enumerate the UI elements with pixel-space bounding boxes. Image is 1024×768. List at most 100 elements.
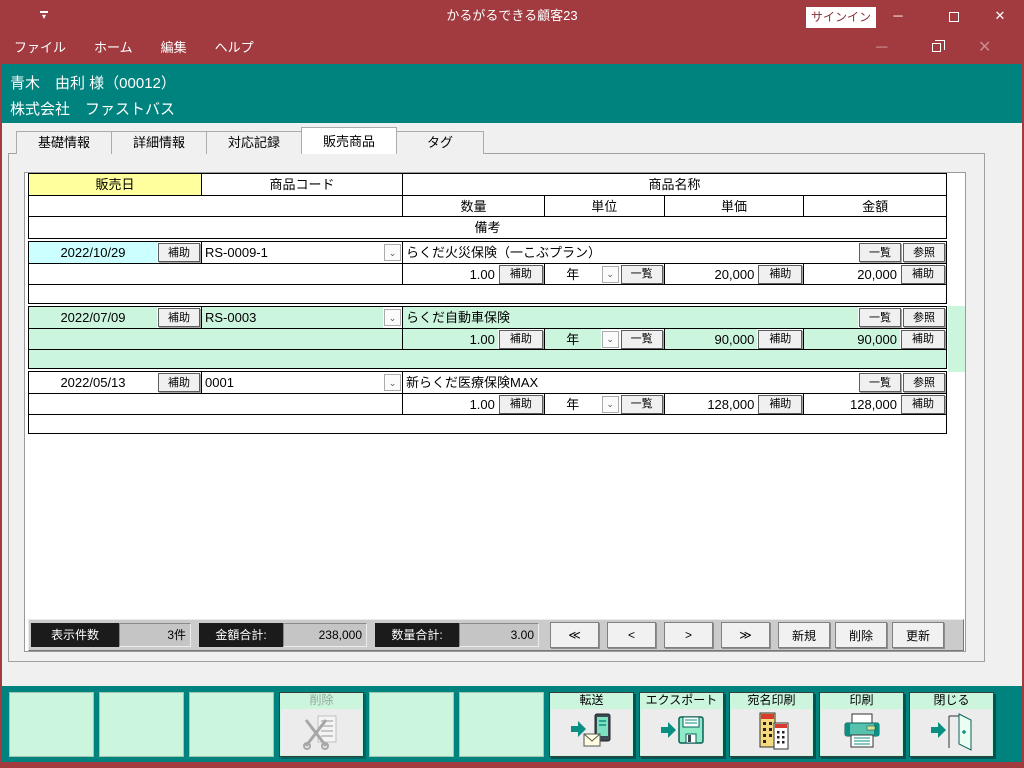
date-assist-button[interactable]: 補助 — [158, 373, 200, 392]
header-spacer — [29, 196, 403, 216]
menu-help[interactable]: ヘルプ — [201, 32, 268, 64]
header-product-code: 商品コード — [202, 174, 403, 195]
unit-list-button[interactable]: 一覧 — [621, 265, 663, 284]
sale-date-field[interactable]: 2022/10/29 — [29, 242, 157, 263]
export-icon — [659, 712, 705, 752]
amount-assist-button[interactable]: 補助 — [901, 395, 945, 414]
remarks-field[interactable] — [29, 415, 946, 433]
minimize-icon[interactable]: ─ — [876, 0, 920, 32]
tab-sold-products[interactable]: 販売商品 — [301, 127, 397, 154]
nav-prev-button[interactable]: < — [607, 622, 656, 648]
product-code-dropdown-icon[interactable]: ⌄ — [384, 374, 401, 391]
quantity-assist-button[interactable]: 補助 — [499, 395, 543, 414]
unit-dropdown-icon[interactable]: ⌄ — [602, 331, 619, 348]
delete-record-button[interactable]: 削除 — [835, 622, 887, 648]
toolbar-slot-empty-4 — [369, 692, 454, 757]
tab-tags[interactable]: タグ — [396, 131, 484, 154]
tab-label: 詳細情報 — [133, 135, 185, 150]
unit-dropdown-icon[interactable]: ⌄ — [602, 396, 619, 413]
unit-field[interactable]: 年 — [545, 329, 601, 349]
records-area: 販売日 商品コード 商品名称 数量 単位 単価 金額 備考 2022/10/29 — [24, 172, 966, 652]
product-list-button[interactable]: 一覧 — [859, 308, 901, 327]
amount-assist-button[interactable]: 補助 — [901, 330, 945, 349]
bottom-toolbar: 削除 転送 エクスポート 宛 — [0, 686, 1024, 762]
amount-field[interactable]: 20,000 — [804, 264, 900, 284]
product-reference-button[interactable]: 参照 — [903, 373, 945, 392]
header-unit-price: 単価 — [665, 196, 805, 216]
tab-label: タグ — [427, 135, 453, 150]
remarks-field[interactable] — [29, 350, 946, 368]
product-name-field[interactable]: らくだ火災保険（一こぶプラン） — [403, 242, 858, 263]
product-list-button[interactable]: 一覧 — [859, 243, 901, 262]
product-code-dropdown-icon[interactable]: ⌄ — [384, 309, 401, 326]
amount-field[interactable]: 128,000 — [804, 394, 900, 414]
tab-detail-info[interactable]: 詳細情報 — [111, 131, 207, 154]
remarks-field[interactable] — [29, 285, 946, 303]
sales-record: 2022/07/09 補助 RS-0003 ⌄ らくだ自動車保険 一覧 参照 1… — [28, 306, 947, 369]
status-bar: 表示件数 3件 金額合計: 238,000 数量合計: 3.00 ≪ < > ≫… — [28, 619, 964, 651]
signin-button[interactable]: サインイン — [806, 7, 876, 28]
product-name-field[interactable]: 新らくだ医療保険MAX — [403, 372, 858, 393]
unit-list-button[interactable]: 一覧 — [621, 330, 663, 349]
unit-price-field[interactable]: 20,000 — [665, 264, 758, 284]
product-code-field[interactable]: 0001 — [202, 372, 383, 393]
product-code-dropdown-icon[interactable]: ⌄ — [384, 244, 401, 261]
quantity-field[interactable]: 1.00 — [403, 264, 498, 284]
child-restore-icon[interactable] — [932, 32, 941, 64]
toolbar-button-label — [460, 693, 543, 709]
tab-basic-info[interactable]: 基礎情報 — [16, 131, 112, 154]
transfer-icon — [569, 712, 615, 752]
unit-field[interactable]: 年 — [545, 264, 601, 284]
update-record-button[interactable]: 更新 — [892, 622, 944, 648]
row-spacer — [29, 264, 402, 284]
sale-date-field[interactable]: 2022/05/13 — [29, 372, 157, 393]
date-assist-button[interactable]: 補助 — [158, 243, 200, 262]
nav-last-button[interactable]: ≫ — [721, 622, 770, 648]
quantity-field[interactable]: 1.00 — [403, 329, 498, 349]
amount-field[interactable]: 90,000 — [804, 329, 900, 349]
customer-name: 青木 由利 様（00012） — [10, 71, 1024, 97]
header-sale-date[interactable]: 販売日 — [29, 174, 202, 195]
product-code-field[interactable]: RS-0009-1 — [202, 242, 383, 263]
product-name-field[interactable]: らくだ自動車保険 — [403, 307, 858, 328]
unit-price-field[interactable]: 90,000 — [665, 329, 758, 349]
product-code-field[interactable]: RS-0003 — [202, 307, 383, 328]
toolbar-button-close[interactable]: 閉じる — [909, 692, 994, 757]
quantity-field[interactable]: 1.00 — [403, 394, 498, 414]
sale-date-field[interactable]: 2022/07/09 — [29, 307, 157, 328]
tab-contact-log[interactable]: 対応記録 — [206, 131, 302, 154]
unit-field[interactable]: 年 — [545, 394, 601, 414]
unit-dropdown-icon[interactable]: ⌄ — [602, 266, 619, 283]
unit-price-assist-button[interactable]: 補助 — [758, 395, 802, 414]
nav-next-button[interactable]: > — [664, 622, 713, 648]
unit-price-field[interactable]: 128,000 — [665, 394, 758, 414]
toolbar-button-label — [370, 693, 453, 709]
close-icon[interactable]: ✕ — [978, 0, 1022, 32]
amount-assist-button[interactable]: 補助 — [901, 265, 945, 284]
new-record-button[interactable]: 新規 — [778, 622, 830, 648]
product-reference-button[interactable]: 参照 — [903, 243, 945, 262]
menu-home[interactable]: ホーム — [80, 32, 147, 64]
customer-company: 株式会社 ファストバス — [10, 97, 1024, 123]
table-header: 販売日 商品コード 商品名称 数量 単位 単価 金額 備考 — [28, 173, 947, 239]
product-list-button[interactable]: 一覧 — [859, 373, 901, 392]
date-assist-button[interactable]: 補助 — [158, 308, 200, 327]
row-spacer — [29, 394, 402, 414]
toolbar-button-address-print[interactable]: 宛名印刷 — [729, 692, 814, 757]
maximize-icon[interactable] — [932, 0, 976, 32]
nav-first-button[interactable]: ≪ — [550, 622, 599, 648]
quantity-assist-button[interactable]: 補助 — [499, 330, 543, 349]
toolbar-button-print[interactable]: 印刷 — [819, 692, 904, 757]
quantity-assist-button[interactable]: 補助 — [499, 265, 543, 284]
tab-strip: 基礎情報 詳細情報 対応記録販売商品 タグ — [16, 130, 483, 154]
unit-price-assist-button[interactable]: 補助 — [758, 265, 802, 284]
toolbar-slot-empty-5 — [459, 692, 544, 757]
header-remarks: 備考 — [29, 217, 946, 238]
unit-price-assist-button[interactable]: 補助 — [758, 330, 802, 349]
menu-file[interactable]: ファイル — [0, 32, 80, 64]
toolbar-button-transfer[interactable]: 転送 — [549, 692, 634, 757]
product-reference-button[interactable]: 参照 — [903, 308, 945, 327]
unit-list-button[interactable]: 一覧 — [621, 395, 663, 414]
toolbar-button-export[interactable]: エクスポート — [639, 692, 724, 757]
menu-edit[interactable]: 編集 — [147, 32, 201, 64]
